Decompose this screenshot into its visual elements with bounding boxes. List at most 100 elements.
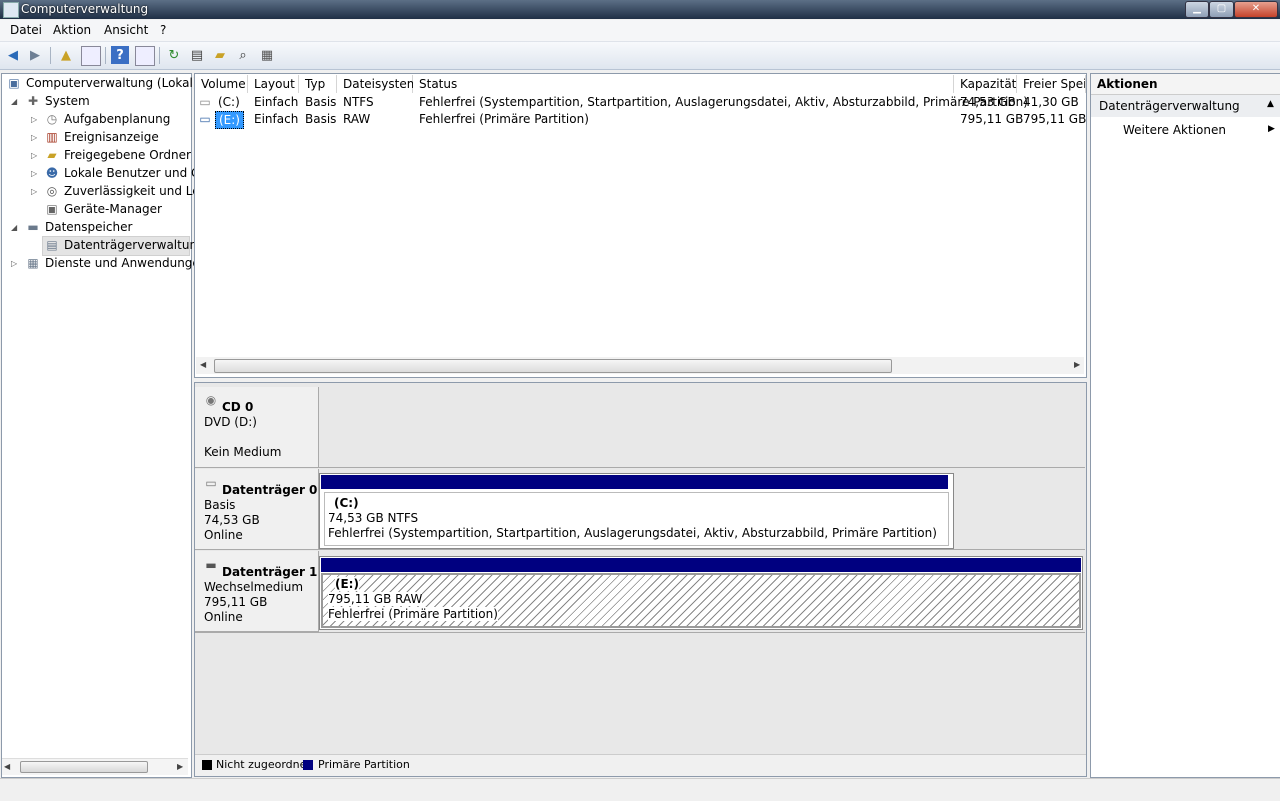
column-header-freier-speicher[interactable]: Freier Speic [1017, 75, 1086, 93]
collapsed-arrow-icon[interactable]: ▷ [31, 169, 37, 178]
collapsed-arrow-icon[interactable]: ▷ [11, 259, 17, 268]
collapsed-arrow-icon[interactable]: ▷ [31, 115, 37, 124]
back-arrow-icon[interactable]: ◀ [4, 46, 22, 64]
reliability-icon: ◎ [46, 184, 58, 198]
disk-label-cd0[interactable]: ◉ CD 0 DVD (D:) Kein Medium [195, 387, 319, 468]
tree-item-lokale-benutzer[interactable]: Lokale Benutzer und Gru [64, 166, 213, 180]
disk-label-1[interactable]: ▬ Datenträger 1 Wechselmedium 795,11 GB … [195, 551, 319, 632]
scroll-left-arrow-icon[interactable]: ◀ [200, 360, 206, 369]
cell-dateisystem: NTFS [343, 95, 374, 109]
toolbar-separator [159, 47, 160, 64]
actions-pane: Aktionen Datenträgerverwaltung ▲ Weitere… [1090, 73, 1280, 778]
open-folder-icon[interactable]: ▰ [211, 46, 229, 64]
tree-item-aufgabenplanung[interactable]: Aufgabenplanung [64, 112, 170, 126]
tree-item-datenspeicher[interactable]: Datenspeicher [45, 220, 132, 234]
removable-disk-icon: ▬ [205, 558, 217, 572]
expanded-arrow-icon[interactable]: ◢ [11, 97, 17, 106]
expanded-arrow-icon[interactable]: ◢ [11, 223, 17, 232]
shared-folder-icon: ▰ [47, 148, 57, 162]
tree-item-dienste[interactable]: Dienste und Anwendungen [45, 256, 207, 270]
maximize-button[interactable]: ▢ [1209, 1, 1234, 18]
disk-size: 795,11 GB [204, 595, 268, 609]
removable-drive-icon: ▭ [199, 112, 211, 126]
up-folder-icon[interactable]: ▲ [57, 46, 75, 64]
partition-body: (C:) 74,53 GB NTFS Fehlerfrei (Systempar… [324, 492, 949, 546]
menu-datei[interactable]: Datei [10, 23, 42, 37]
storage-icon: ▬ [27, 220, 39, 234]
tree-item-datentraegerverwaltung[interactable]: Datenträgerverwaltung [64, 238, 205, 252]
primary-partition-bar [321, 558, 1081, 572]
tree-item-zuverlaessigkeit[interactable]: Zuverlässigkeit und Leis [64, 184, 209, 198]
primary-partition-bar [321, 475, 948, 489]
computer-management-icon: ▣ [8, 76, 20, 90]
collapsed-arrow-icon[interactable]: ▷ [31, 151, 37, 160]
partition-size: 795,11 GB RAW [328, 592, 423, 606]
toolbar: ◀ ▶ ▲ ? ↻ ▤ ▰ ⌕ ▦ [0, 42, 1280, 70]
disk-type: DVD (D:) [204, 415, 257, 429]
submenu-arrow-icon[interactable]: ▶ [1268, 124, 1275, 134]
tree-item-geraete-manager[interactable]: Geräte-Manager [64, 202, 162, 216]
column-header-kapazitaet[interactable]: Kapazität [954, 75, 1017, 93]
device-manager-icon: ▣ [46, 202, 58, 216]
services-icon: ▦ [27, 256, 39, 270]
disk-status: Kein Medium [204, 445, 282, 459]
disk-name: Datenträger 1 [222, 565, 318, 579]
scroll-right-arrow-icon[interactable]: ▶ [177, 762, 183, 771]
forward-arrow-icon[interactable]: ▶ [26, 46, 44, 64]
table-row[interactable]: ▭ (C:) Einfach Basis NTFS Fehlerfrei (Sy… [195, 94, 1086, 111]
column-header-status[interactable]: Status [413, 75, 954, 93]
scroll-thumb[interactable] [214, 359, 892, 373]
help-icon[interactable]: ? [111, 46, 129, 64]
disk-name: CD 0 [222, 400, 254, 414]
status-bar [0, 778, 1280, 801]
cell-volume: (C:) [218, 95, 240, 109]
column-header-volume[interactable]: Volume [195, 75, 248, 93]
system-tools-icon: ✚ [27, 94, 39, 108]
disk-graphical-view: ◉ CD 0 DVD (D:) Kein Medium ▭ Datenträge… [194, 382, 1087, 777]
clock-icon: ◷ [46, 112, 58, 126]
column-header-layout[interactable]: Layout [248, 75, 299, 93]
cell-freier-speicher: 41,30 GB [1023, 95, 1079, 109]
collapse-up-icon[interactable]: ▲ [1267, 99, 1274, 109]
export-list-icon[interactable]: ▦ [258, 46, 276, 64]
scroll-left-arrow-icon[interactable]: ◀ [4, 762, 10, 771]
tree-item-root[interactable]: Computerverwaltung (Lokal) [26, 76, 198, 90]
disk-label-0[interactable]: ▭ Datenträger 0 Basis 74,53 GB Online [195, 469, 319, 550]
tree-horizontal-scrollbar[interactable]: ◀ ▶ [2, 758, 188, 775]
minimize-button[interactable]: ▁ [1185, 1, 1209, 18]
menu-aktion[interactable]: Aktion [53, 23, 91, 37]
disk-type: Basis [204, 498, 236, 512]
menu-ansicht[interactable]: Ansicht [104, 23, 148, 37]
column-header-typ[interactable]: Typ [299, 75, 337, 93]
scroll-right-arrow-icon[interactable]: ▶ [1074, 360, 1080, 369]
event-viewer-icon: ▥ [46, 130, 58, 144]
show-hide-tree-icon[interactable] [81, 46, 101, 66]
scroll-thumb[interactable] [20, 761, 148, 773]
partition-e[interactable]: (E:) 795,11 GB RAW Fehlerfrei (Primäre P… [319, 556, 1083, 630]
column-header-dateisystem[interactable]: Dateisystem [337, 75, 418, 93]
table-row[interactable]: ▭ (E:) Einfach Basis RAW Fehlerfrei (Pri… [195, 111, 1087, 129]
collapsed-arrow-icon[interactable]: ▷ [31, 133, 37, 142]
window-title: Computerverwaltung [21, 2, 149, 16]
weitere-aktionen-item[interactable]: Weitere Aktionen [1123, 123, 1226, 137]
collapsed-arrow-icon[interactable]: ▷ [31, 187, 37, 196]
unallocated-swatch [202, 760, 212, 770]
tree-item-freigegebene-ordner[interactable]: Freigegebene Ordner [64, 148, 191, 162]
close-button[interactable]: ✕ [1234, 1, 1278, 18]
show-hide-action-pane-icon[interactable] [135, 46, 155, 66]
search-icon[interactable]: ⌕ [234, 46, 252, 64]
cd-drive-icon: ◉ [205, 393, 217, 407]
row-divider [319, 549, 1085, 550]
actions-section[interactable]: Datenträgerverwaltung ▲ [1091, 95, 1280, 117]
refresh-icon[interactable]: ↻ [165, 46, 183, 64]
tree-item-ereignisanzeige[interactable]: Ereignisanzeige [64, 130, 159, 144]
menu-help[interactable]: ? [160, 23, 166, 37]
partition-status: Fehlerfrei (Primäre Partition) [328, 607, 498, 621]
cell-freier-speicher: 795,11 GB [1023, 112, 1087, 126]
partition-status: Fehlerfrei (Systempartition, Startpartit… [328, 526, 937, 540]
actions-title: Aktionen [1097, 77, 1158, 91]
disk-size: 74,53 GB [204, 513, 260, 527]
partition-c[interactable]: (C:) 74,53 GB NTFS Fehlerfrei (Systempar… [319, 473, 954, 549]
tree-item-system[interactable]: System [45, 94, 90, 108]
properties-icon[interactable]: ▤ [188, 46, 206, 64]
